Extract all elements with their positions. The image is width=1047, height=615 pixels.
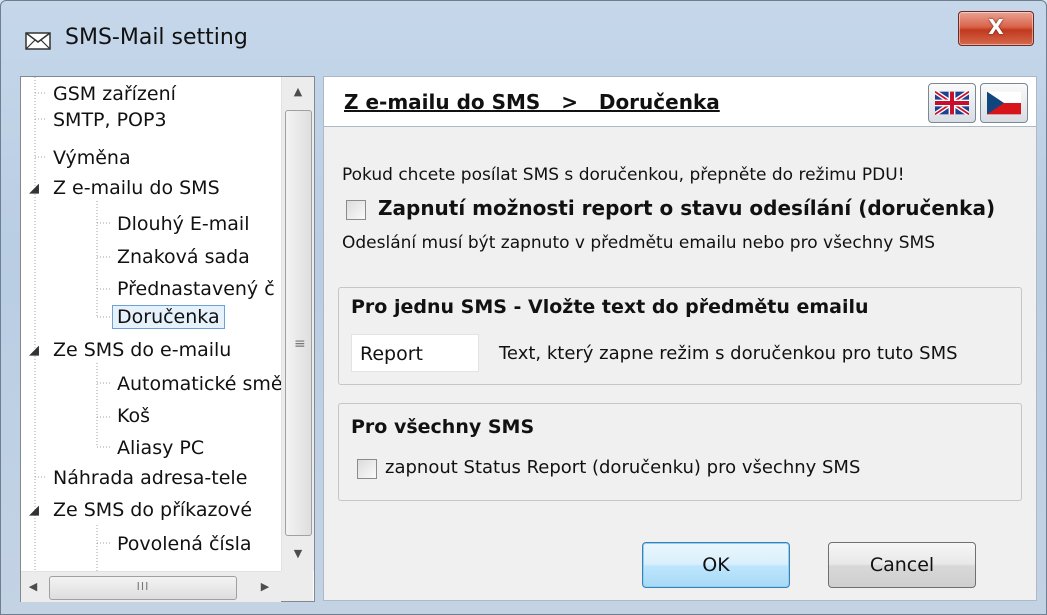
tree-item-aliases[interactable]: Aliasy PC xyxy=(117,435,204,461)
delivery-report-label[interactable]: Zapnutí možnosti report o stavu odesílán… xyxy=(378,196,995,220)
scroll-left-icon[interactable]: ◀ xyxy=(21,572,45,602)
tree-horizontal-scrollbar[interactable]: ◀ III ▶ xyxy=(21,571,281,602)
czech-flag-button[interactable] xyxy=(980,83,1028,123)
collapse-arrow-icon[interactable]: ◢ xyxy=(29,343,39,358)
all-sms-group: Pro všechny SMS zapnout Status Report (d… xyxy=(338,403,1022,501)
tree-item-gsm[interactable]: GSM zařízení xyxy=(53,81,176,107)
grip-icon: ≡ xyxy=(294,336,306,352)
tree-item-sms-to-email[interactable]: Ze SMS do e-mailu xyxy=(53,337,231,363)
tree-vertical-scrollbar[interactable]: ▲ ≡ ▼ xyxy=(281,77,314,571)
all-sms-group-title: Pro všechny SMS xyxy=(351,416,535,438)
window-title: SMS-Mail setting xyxy=(65,25,248,50)
delivery-report-checkbox[interactable] xyxy=(346,200,366,220)
tree-item-auto-routing[interactable]: Automatické smě xyxy=(117,371,283,397)
tree-item-email-to-sms[interactable]: Z e-mailu do SMS xyxy=(53,175,220,201)
dialog-footer: OK Cancel xyxy=(323,516,1037,601)
scrollbar-corner xyxy=(281,571,313,601)
pdu-note: Pokud chcete posílat SMS s doručenkou, p… xyxy=(342,165,905,185)
report-keyword-input[interactable]: Report xyxy=(351,334,479,372)
status-report-all-label[interactable]: zapnout Status Report (doručenku) pro vš… xyxy=(385,457,860,478)
scroll-up-icon[interactable]: ▲ xyxy=(282,77,314,107)
report-keyword-hint: Text, který zapne režim s doručenkou pro… xyxy=(499,343,958,364)
tree-item-long-email[interactable]: Dlouhý E-mail xyxy=(117,211,249,237)
tree-item-vymena[interactable]: Výměna xyxy=(53,145,131,171)
subject-note: Odeslání musí být zapnuto v předmětu ema… xyxy=(342,233,935,253)
scrollbar-thumb-horizontal[interactable]: III xyxy=(49,576,237,600)
tree-item-sms-to-command[interactable]: Ze SMS do příkazové xyxy=(53,497,252,523)
envelope-icon xyxy=(25,32,51,50)
close-icon: X xyxy=(988,15,1004,39)
scroll-down-icon[interactable]: ▼ xyxy=(282,539,314,569)
scroll-right-icon[interactable]: ▶ xyxy=(253,572,277,602)
single-sms-group: Pro jednu SMS - Vložte text do předmětu … xyxy=(338,287,1022,385)
collapse-arrow-icon[interactable]: ◢ xyxy=(29,181,39,196)
tree-item-allowed-numbers[interactable]: Povolená čísla xyxy=(117,531,252,557)
single-sms-group-title: Pro jednu SMS - Vložte text do předmětu … xyxy=(351,296,869,318)
app-window: SMS-Mail setting X GSM zařízení SMTP, PO… xyxy=(0,0,1047,615)
cancel-button[interactable]: Cancel xyxy=(828,542,976,588)
title-bar: SMS-Mail setting X xyxy=(1,1,1046,75)
czech-flag-icon xyxy=(987,91,1021,115)
tree-item-smtp[interactable]: SMTP, POP3 xyxy=(53,107,167,133)
breadcrumb: Z e-mailu do SMS > Doručenka xyxy=(344,90,720,114)
tree-item-charset[interactable]: Znaková sada xyxy=(117,244,250,270)
close-button[interactable]: X xyxy=(958,11,1034,46)
section-header: Z e-mailu do SMS > Doručenka xyxy=(323,76,1037,127)
tree-item-trash[interactable]: Koš xyxy=(117,403,150,429)
tree-item-address-replace[interactable]: Náhrada adresa-tele xyxy=(53,465,247,491)
settings-content: Pokud chcete posílat SMS s doručenkou, p… xyxy=(323,126,1037,518)
uk-flag-icon xyxy=(935,91,969,115)
tree-item-delivery-report[interactable]: Doručenka xyxy=(112,304,225,330)
collapse-arrow-icon[interactable]: ◢ xyxy=(29,503,39,518)
settings-tree[interactable]: GSM zařízení SMTP, POP3 Výměna ◢ Z e-mai… xyxy=(20,76,315,602)
scrollbar-thumb[interactable]: ≡ xyxy=(285,110,312,536)
status-report-all-checkbox[interactable] xyxy=(357,459,377,479)
english-flag-button[interactable] xyxy=(928,83,976,123)
tree-item-preset[interactable]: Přednastavený č xyxy=(117,276,275,302)
ok-button[interactable]: OK xyxy=(642,542,790,588)
